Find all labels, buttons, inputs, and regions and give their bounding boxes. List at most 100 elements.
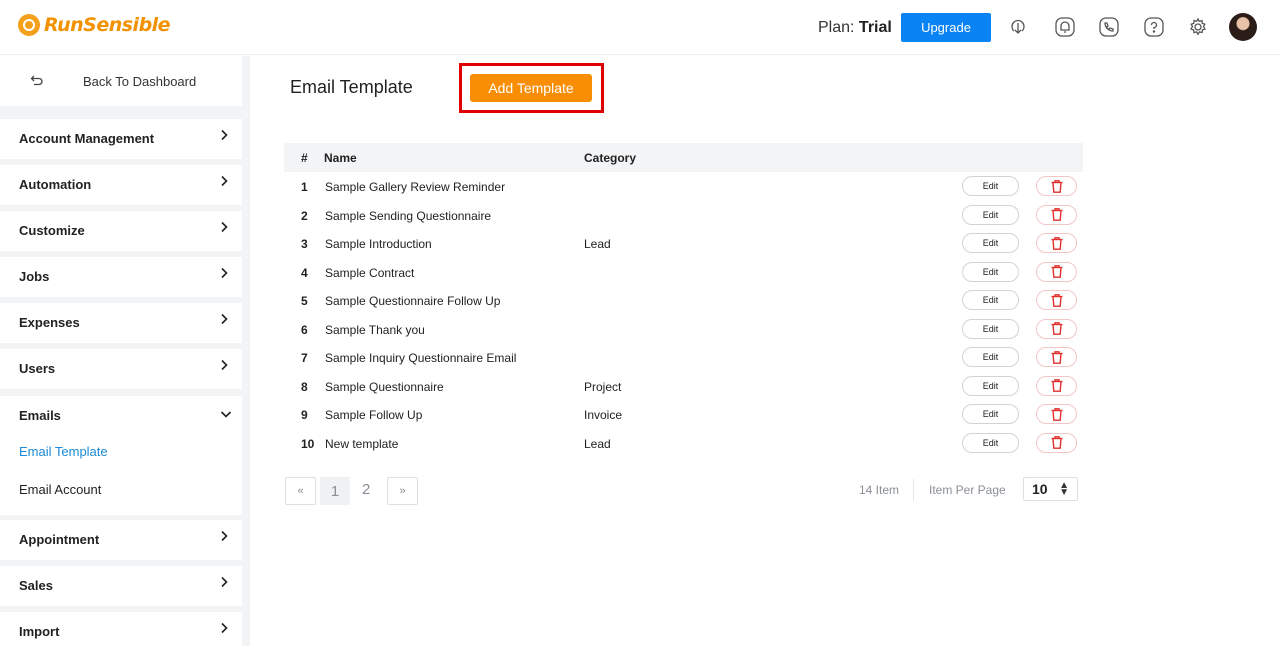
row-number: 2 [301, 208, 308, 223]
table-row: 6 Sample Thank you Edit [284, 315, 1083, 344]
sidebar-item-automation[interactable]: Automation [0, 165, 242, 205]
sidebar-item-label: Users [19, 361, 56, 376]
column-header-category: Category [584, 151, 637, 165]
chevron-down-icon [220, 411, 232, 418]
phone-icon[interactable] [1097, 15, 1121, 39]
delete-button[interactable] [1036, 233, 1077, 253]
pagination-page-2[interactable]: 2 [362, 481, 370, 498]
edit-button[interactable]: Edit [962, 176, 1019, 196]
template-category: Lead [584, 237, 611, 251]
delete-button[interactable] [1036, 432, 1077, 453]
settings-icon[interactable] [1186, 15, 1210, 39]
logo-text: RunSensible [44, 14, 171, 36]
row-number: 1 [301, 180, 308, 194]
edit-button[interactable]: Edit [962, 318, 1019, 339]
delete-button[interactable] [1036, 404, 1077, 424]
chevron-right-icon [221, 313, 228, 325]
logo[interactable]: RunSensible [18, 14, 171, 36]
column-header-name: Name [324, 151, 357, 165]
sidebar-subitem-email-template[interactable]: Email Template [19, 444, 108, 459]
row-number: 8 [301, 379, 308, 394]
sidebar-item-customize[interactable]: Customize [0, 211, 242, 251]
top-header: RunSensible Plan: Trial Upgrade [0, 0, 1280, 55]
back-to-dashboard-link[interactable]: Back To Dashboard [0, 56, 242, 106]
sidebar-item-label: Customize [19, 223, 85, 238]
pagination-prev-button[interactable]: « [285, 477, 316, 505]
sidebar-item-jobs[interactable]: Jobs [0, 257, 242, 297]
delete-button[interactable] [1036, 290, 1077, 310]
add-icon[interactable] [1006, 15, 1030, 39]
edit-button[interactable]: Edit [962, 404, 1019, 424]
row-number: 9 [301, 408, 308, 422]
trash-icon [1050, 293, 1064, 308]
template-name: Sample Contract [325, 265, 415, 280]
template-name: Sample Sending Questionnaire [325, 208, 492, 223]
template-name: Sample Thank you [325, 322, 425, 337]
row-number: 7 [301, 351, 308, 365]
items-per-page-select[interactable]: 10 ▲ ▼ [1023, 477, 1078, 501]
template-name: Sample Follow Up [325, 408, 423, 422]
items-per-page-value: 10 [1032, 481, 1048, 497]
template-name: Sample Introduction [325, 237, 432, 251]
row-number: 10 [301, 436, 315, 451]
back-arrow-icon [30, 73, 44, 92]
trash-icon [1050, 207, 1064, 222]
table-row: 3 Sample Introduction Lead Edit [284, 229, 1083, 258]
sidebar-item-label: Emails [19, 408, 61, 423]
avatar[interactable] [1229, 13, 1257, 41]
notification-icon[interactable] [1053, 15, 1077, 39]
template-category: Invoice [584, 408, 623, 422]
delete-button[interactable] [1036, 347, 1077, 367]
edit-button[interactable]: Edit [962, 375, 1019, 396]
delete-button[interactable] [1036, 261, 1077, 282]
row-number: 5 [301, 294, 308, 308]
sidebar-item-label: Import [19, 624, 60, 639]
column-header-number: # [301, 151, 308, 165]
sidebar-item-label: Jobs [19, 269, 50, 284]
help-icon[interactable] [1142, 15, 1166, 39]
template-category: Project [584, 379, 622, 394]
chevron-right-icon [221, 530, 228, 542]
sidebar-item-expenses[interactable]: Expenses [0, 303, 242, 343]
edit-button[interactable]: Edit [962, 261, 1019, 282]
sidebar-item-label: Expenses [19, 315, 80, 330]
chevron-right-icon [221, 267, 228, 279]
row-number: 4 [301, 265, 308, 280]
sidebar-item-emails[interactable]: Emails [0, 396, 242, 436]
plan-indicator: Plan: Trial [818, 19, 892, 37]
trash-icon [1050, 407, 1064, 422]
template-name: New template [325, 436, 399, 451]
delete-button[interactable] [1036, 176, 1077, 196]
trash-icon [1050, 435, 1064, 450]
table-header: # Name Category [284, 143, 1083, 172]
edit-button[interactable]: Edit [962, 233, 1019, 253]
sidebar-item-label: Sales [19, 578, 53, 593]
sidebar-item-label: Appointment [19, 532, 100, 547]
template-name: Sample Questionnaire [325, 379, 444, 394]
sidebar-group-emails: Emails Email Template Email Account [0, 396, 242, 515]
edit-button[interactable]: Edit [962, 204, 1019, 225]
row-number: 6 [301, 322, 308, 337]
edit-button[interactable]: Edit [962, 290, 1019, 310]
sidebar-item-users[interactable]: Users [0, 349, 242, 389]
upgrade-button[interactable]: Upgrade [901, 13, 991, 42]
table-row: 4 Sample Contract Edit [284, 258, 1083, 287]
sidebar-subitem-email-account[interactable]: Email Account [19, 482, 101, 497]
sidebar-item-sales[interactable]: Sales [0, 566, 242, 606]
trash-icon [1050, 179, 1064, 194]
sidebar-item-account-management[interactable]: Account Management [0, 119, 242, 159]
pagination-next-button[interactable]: » [387, 477, 418, 505]
sidebar-item-appointment[interactable]: Appointment [0, 520, 242, 560]
edit-button[interactable]: Edit [962, 347, 1019, 367]
sidebar-item-import[interactable]: Import [0, 612, 242, 652]
add-template-button[interactable]: Add Template [470, 74, 592, 102]
chevron-right-icon [221, 359, 228, 371]
pagination-page-1[interactable]: 1 [320, 477, 350, 505]
delete-button[interactable] [1036, 375, 1077, 396]
delete-button[interactable] [1036, 204, 1077, 225]
row-number: 3 [301, 237, 308, 251]
delete-button[interactable] [1036, 318, 1077, 339]
sidebar-item-label: Account Management [19, 131, 155, 146]
sidebar-item-label: Automation [19, 177, 92, 192]
edit-button[interactable]: Edit [962, 432, 1019, 453]
